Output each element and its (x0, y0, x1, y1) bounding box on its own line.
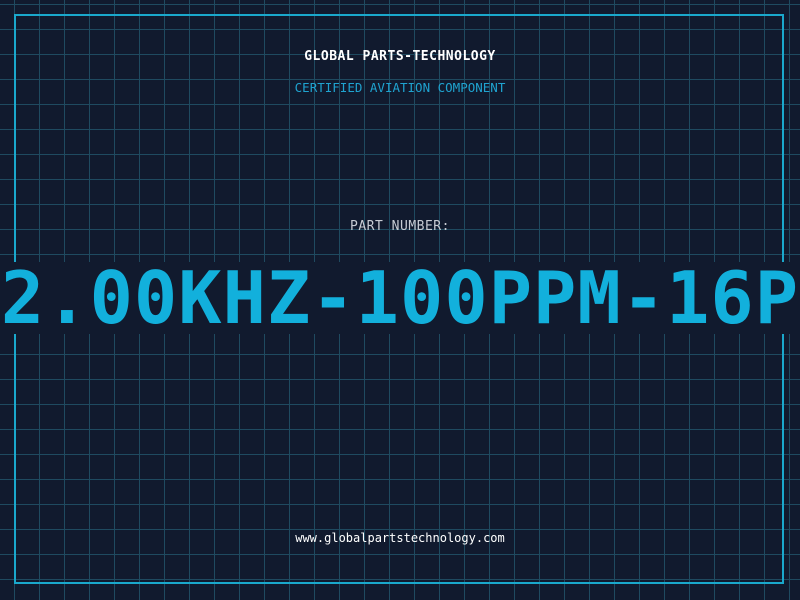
certification-subtitle: CERTIFIED AVIATION COMPONENT (294, 80, 506, 95)
brand-title: GLOBAL PARTS-TECHNOLOGY (304, 49, 496, 64)
website-link[interactable]: www.globalpartstechnology.com (0, 531, 800, 545)
part-number-band: 2.00KHZ-100PPM-16P (0, 262, 800, 334)
part-number-value: 2.00KHZ-100PPM-16P (0, 262, 800, 334)
part-number-label: PART NUMBER: (350, 219, 450, 234)
